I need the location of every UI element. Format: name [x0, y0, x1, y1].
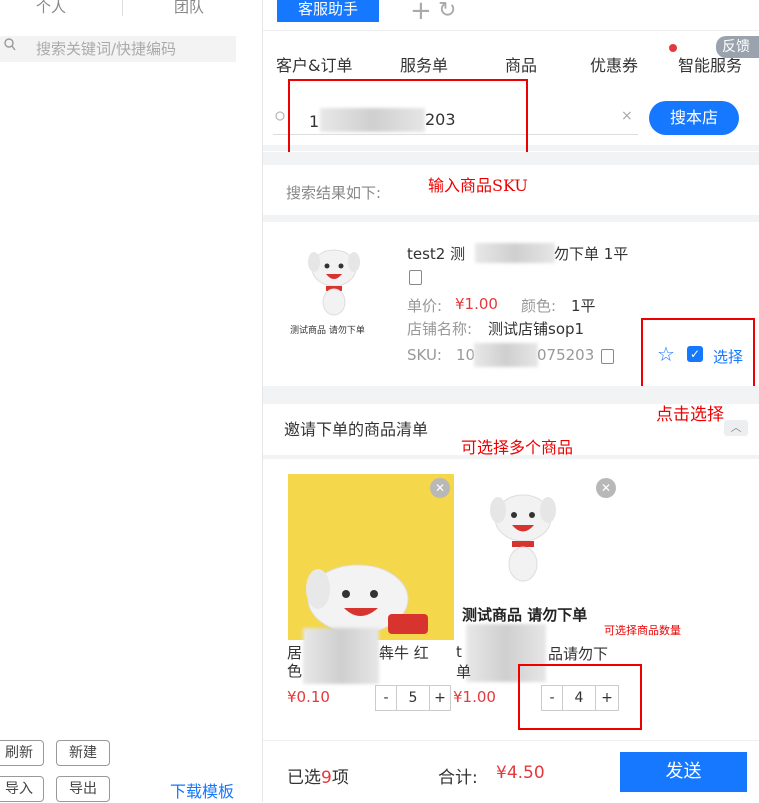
tab-service-assistant[interactable]: 客服助手: [277, 0, 379, 22]
send-button[interactable]: 发送: [620, 752, 747, 792]
item2-image-caption: 测试商品 请勿下单: [462, 606, 588, 624]
clear-icon[interactable]: ×: [621, 108, 633, 124]
tab-divider: [122, 0, 123, 16]
qty-value[interactable]: 5: [397, 686, 430, 710]
redacted-item1-name: [303, 628, 379, 684]
price-value: ¥1.00: [455, 295, 498, 313]
product-name-prefix: test2 测: [407, 245, 466, 263]
price-label: 单价:: [407, 297, 443, 315]
item2-name-suffix: 品请勿下: [548, 645, 609, 663]
selected-count-text: 已选9项: [287, 763, 349, 788]
item2-price: ¥1.00: [453, 688, 496, 706]
item1-name-suffix: 犇牛 红: [379, 644, 429, 662]
section-divider-2: [263, 455, 759, 459]
annotation-box-input: [288, 79, 528, 159]
copy-icon[interactable]: [409, 270, 422, 285]
redacted-name: [475, 243, 555, 263]
selected-suffix: 项: [331, 768, 349, 788]
item2-image: [478, 488, 568, 584]
shop-value: 测试店铺sop1: [488, 320, 585, 338]
tab-personal[interactable]: 个人: [36, 0, 66, 17]
color-value: 1平: [571, 297, 596, 315]
invite-list-title: 邀请下单的商品清单: [284, 420, 429, 439]
product-mascot-image: [300, 246, 368, 318]
copy-sku-icon[interactable]: [601, 349, 614, 364]
new-button[interactable]: 新建: [56, 740, 110, 766]
add-tab-icon[interactable]: +: [410, 0, 432, 26]
section-divider: [263, 386, 759, 404]
sku-suffix: 075203: [537, 346, 595, 364]
annotation-input-sku: 输入商品SKU: [428, 176, 528, 195]
remove-item1-icon[interactable]: ✕: [430, 478, 450, 498]
subtab-product[interactable]: 商品: [505, 52, 537, 76]
item2-name-prefix: t: [456, 643, 462, 661]
subtab-customer-order[interactable]: 客户&订单: [276, 52, 352, 76]
import-button[interactable]: 导入: [0, 776, 44, 802]
subtab-service-order[interactable]: 服务单: [400, 52, 448, 76]
item1-price: ¥0.10: [287, 688, 330, 706]
search-icon: [4, 38, 16, 56]
product-name-suffix: 勿下单 1平: [554, 245, 629, 263]
annotation-qty: 可选择商品数量: [604, 624, 681, 637]
sku-prefix: 10: [456, 346, 476, 364]
item2-name-line2: 单: [456, 663, 472, 681]
item1-quantity-stepper[interactable]: - 5 +: [375, 685, 451, 711]
shop-label: 店铺名称:: [407, 320, 473, 338]
collapse-icon[interactable]: ︿: [724, 420, 748, 436]
redacted-sku-result: [474, 343, 538, 367]
remove-item2-icon[interactable]: ✕: [596, 478, 616, 498]
qty-minus-button[interactable]: -: [376, 686, 397, 710]
export-button[interactable]: 导出: [56, 776, 110, 802]
download-template-link[interactable]: 下载模板: [170, 778, 234, 802]
item1-name-line2: 色: [287, 662, 303, 680]
result-title: 搜索结果如下:: [286, 184, 382, 202]
selected-count: 9: [321, 768, 332, 788]
refresh-icon[interactable]: ↻: [438, 0, 456, 23]
total-value: ¥4.50: [496, 763, 545, 783]
subtab-coupon[interactable]: 优惠券: [590, 52, 638, 76]
sku-label: SKU:: [407, 346, 442, 364]
left-panel: [0, 0, 263, 802]
notification-dot: [669, 44, 677, 52]
search-icon: [275, 110, 287, 129]
item1-image: [288, 474, 454, 640]
total-label: 合计:: [438, 768, 478, 788]
product-image-caption: 测试商品 请勿下单: [290, 326, 365, 336]
selected-prefix: 已选: [287, 768, 321, 788]
annotation-box-qty: [518, 664, 642, 730]
color-label: 颜色:: [521, 297, 557, 315]
search-placeholder: 搜索关键词/快捷编码: [36, 40, 177, 58]
feedback-button[interactable]: 反馈: [716, 36, 759, 58]
search-store-button[interactable]: 搜本店: [649, 101, 739, 135]
tab-team[interactable]: 团队: [174, 0, 204, 17]
quick-reply-search[interactable]: 搜索关键词/快捷编码: [0, 36, 236, 62]
annotation-box-select: [641, 318, 755, 394]
refresh-button[interactable]: 刷新: [0, 740, 44, 766]
qty-plus-button[interactable]: +: [430, 686, 450, 710]
